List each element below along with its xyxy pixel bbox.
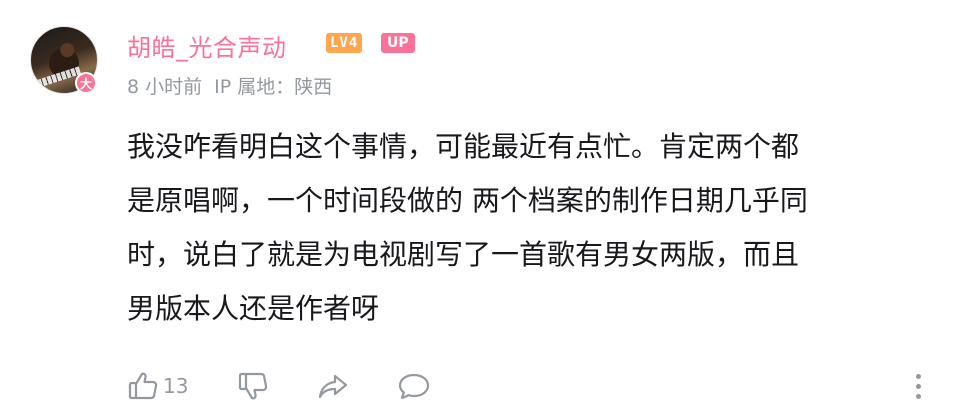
like-button[interactable]: 13: [127, 370, 237, 402]
reply-button[interactable]: [397, 370, 457, 402]
comment-item: 大 胡皓_光合声动 LV4 UP 8 小时前 IP 属地：陕西 我没咋看明白这个…: [0, 0, 960, 420]
thumbs-down-icon: [237, 370, 269, 402]
like-count: 13: [163, 374, 189, 398]
ip-location: IP 属地：陕西: [214, 76, 333, 98]
comment-line: 我没咋看明白这个事情，可能最近有点忙。肯定两个都: [127, 130, 800, 163]
up-badge: UP: [381, 33, 415, 53]
comment-meta: 8 小时前 IP 属地：陕西: [127, 72, 332, 99]
dislike-button[interactable]: [237, 370, 317, 402]
reply-icon: [397, 370, 431, 402]
comment-line: 是原唱啊，一个时间段做的 两个档案的制作日期几乎同: [127, 184, 808, 217]
share-button[interactable]: [317, 370, 397, 402]
more-vertical-icon: [915, 373, 921, 379]
level-badge: LV4: [326, 33, 363, 53]
more-vertical-icon: [915, 383, 921, 389]
share-icon: [317, 370, 349, 402]
thumbs-up-icon: [127, 370, 159, 402]
avatar-badge: 大: [75, 72, 97, 94]
comment-line: 男版本人还是作者呀: [127, 292, 380, 325]
comment-time: 8 小时前: [127, 76, 203, 98]
more-options-button[interactable]: [906, 370, 930, 402]
comment-text: 我没咋看明白这个事情，可能最近有点忙。肯定两个都 是原唱啊，一个时间段做的 两个…: [127, 120, 927, 336]
more-vertical-icon: [915, 393, 921, 399]
comment-actions: 13: [127, 368, 457, 404]
username[interactable]: 胡皓_光合声动: [127, 28, 287, 63]
comment-line: 时，说白了就是为电视剧写了一首歌有男女两版，而且: [127, 238, 800, 271]
